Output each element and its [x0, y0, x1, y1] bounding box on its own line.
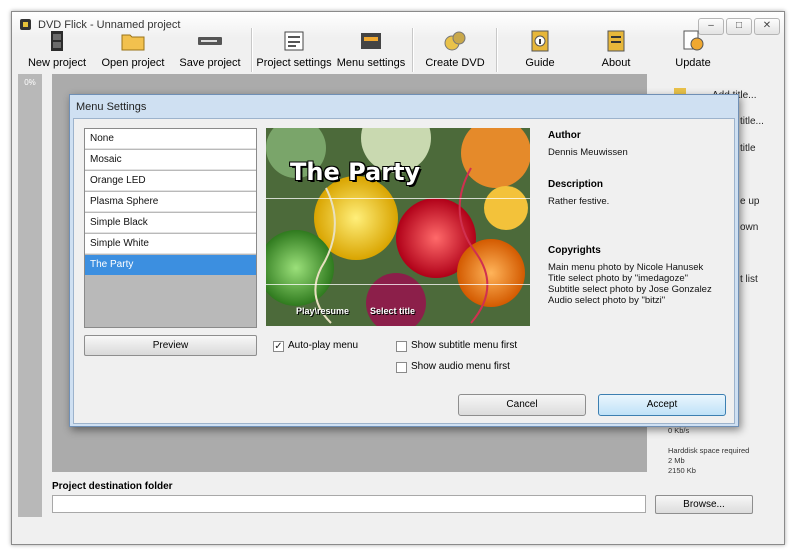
new-project-button[interactable]: New project: [26, 26, 88, 76]
audio-first-checkbox[interactable]: [396, 362, 407, 373]
preview-divider: [266, 284, 530, 285]
open-project-label: Open project: [101, 57, 165, 69]
theme-item-selected[interactable]: The Party: [85, 255, 256, 275]
update-label: Update: [675, 57, 711, 69]
about-button[interactable]: About: [590, 26, 642, 76]
disk-drive-icon: [198, 37, 222, 45]
autoplay-label: Auto-play menu: [288, 340, 359, 351]
disc-icon: [444, 31, 466, 51]
update-button[interactable]: Update: [667, 26, 719, 76]
preview-button[interactable]: Preview: [84, 335, 257, 356]
side-move-up[interactable]: e up: [740, 196, 759, 207]
preview-divider: [266, 198, 530, 199]
maximize-button[interactable]: □: [726, 18, 752, 35]
subtitle-first-label: Show subtitle menu first: [411, 340, 518, 351]
settings-icon: [284, 31, 304, 51]
about-label: About: [601, 57, 631, 69]
progress-label: 0%: [24, 78, 36, 87]
destination-folder-input[interactable]: [52, 495, 646, 513]
theme-item[interactable]: Simple White: [85, 234, 256, 254]
create-dvd-button[interactable]: Create DVD: [424, 26, 486, 76]
menu-theme-list[interactable]: None Mosaic Orange LED Plasma Sphere Sim…: [84, 128, 257, 328]
description-heading: Description: [548, 179, 604, 190]
theme-item[interactable]: Plasma Sphere: [85, 192, 256, 212]
film-icon: [51, 31, 63, 51]
toolbar-separator: [251, 28, 253, 72]
copyright-line: Subtitle select photo by Jose Gonzalez: [548, 284, 712, 295]
side-import-list[interactable]: t list: [740, 274, 758, 285]
project-settings-button[interactable]: Project settings: [256, 26, 332, 76]
project-settings-label: Project settings: [256, 57, 332, 69]
menu-icon: [361, 33, 381, 49]
cancel-button[interactable]: Cancel: [458, 394, 586, 416]
accept-button[interactable]: Accept: [598, 394, 726, 416]
copyright-line: Audio select photo by "bitzi": [548, 295, 666, 306]
info-book-icon: [531, 30, 549, 52]
document-icon: [607, 30, 625, 52]
audio-first-label: Show audio menu first: [411, 361, 510, 372]
side-edit-title[interactable]: title...: [740, 116, 764, 127]
preview-play-resume: Play\resume: [296, 306, 350, 316]
autoplay-checkbox[interactable]: ✓: [273, 341, 284, 352]
folder-icon: [121, 34, 145, 51]
side-move-down[interactable]: own: [740, 222, 758, 233]
harddisk-mb: 2 Mb: [668, 456, 685, 465]
toolbar-separator: [496, 28, 498, 72]
copyrights-heading: Copyrights: [548, 245, 601, 256]
harddisk-kb: 2150 Kb: [668, 466, 696, 475]
guide-label: Guide: [525, 57, 555, 69]
author-heading: Author: [548, 130, 581, 141]
save-project-label: Save project: [179, 57, 241, 69]
new-project-label: New project: [27, 57, 87, 69]
theme-item[interactable]: Orange LED: [85, 171, 256, 191]
destination-label: Project destination folder: [52, 481, 173, 492]
toolbar-separator: [412, 28, 414, 72]
copyright-line: Main menu photo by Nicole Hanusek: [548, 262, 704, 273]
menu-settings-button[interactable]: Menu settings: [336, 26, 406, 76]
preview-select-title: Select title: [370, 306, 416, 316]
side-remove-title[interactable]: title: [740, 143, 756, 154]
copyright-line: Title select photo by "imedagoze": [548, 273, 688, 284]
menu-preview-image: The Party Play\resume Select title: [266, 128, 530, 326]
subtitle-first-checkbox[interactable]: [396, 341, 407, 352]
menu-settings-dialog: Menu Settings None Mosaic Orange LED Pla…: [69, 94, 739, 427]
save-project-button[interactable]: Save project: [178, 26, 242, 76]
create-dvd-label: Create DVD: [425, 57, 485, 69]
theme-item[interactable]: None: [85, 129, 256, 149]
dialog-body: None Mosaic Orange LED Plasma Sphere Sim…: [73, 118, 735, 424]
progress-bar: [18, 74, 42, 517]
guide-button[interactable]: Guide: [514, 26, 566, 76]
author-value: Dennis Meuwissen: [548, 147, 628, 158]
theme-item[interactable]: Simple Black: [85, 213, 256, 233]
description-value: Rather festive.: [548, 196, 610, 207]
open-project-button[interactable]: Open project: [100, 26, 166, 76]
theme-item[interactable]: Mosaic: [85, 150, 256, 170]
dialog-title: Menu Settings: [76, 101, 147, 113]
preview-menu-title: The Party: [290, 158, 421, 186]
update-icon: [683, 30, 704, 51]
harddisk-label: Harddisk space required: [668, 446, 750, 455]
browse-button[interactable]: Browse...: [655, 495, 753, 514]
close-button[interactable]: ✕: [754, 18, 780, 35]
bitrate-value: 0 Kb/s: [668, 426, 690, 435]
menu-settings-label: Menu settings: [336, 57, 406, 69]
